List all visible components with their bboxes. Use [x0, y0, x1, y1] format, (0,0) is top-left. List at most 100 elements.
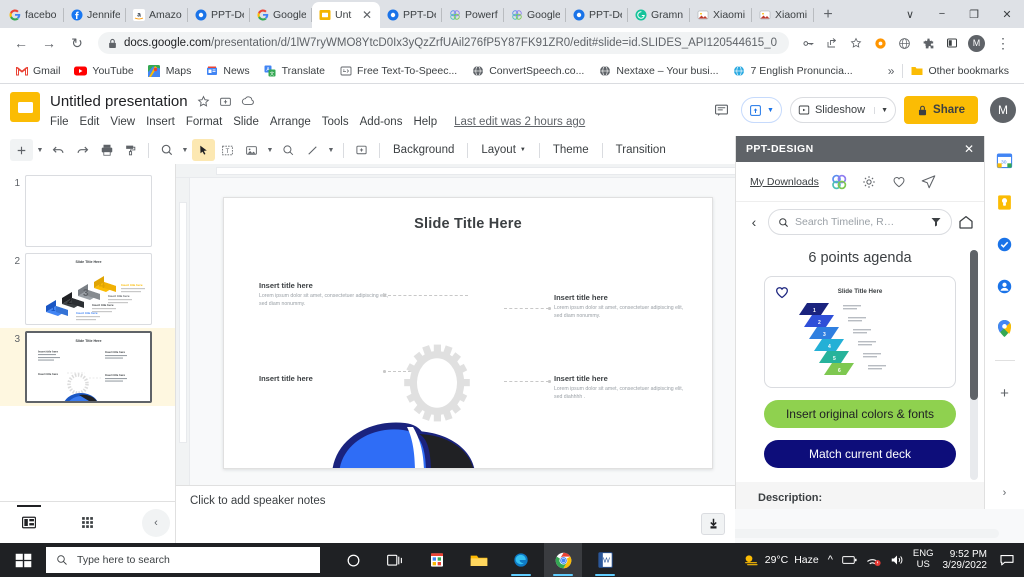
slide-text-block[interactable]: Insert title here Lorem ipsum dolor sit … [554, 374, 686, 401]
browser-tab[interactable]: PPT-De [188, 2, 250, 28]
expand-notes-button[interactable] [701, 513, 725, 535]
puzzle-icon[interactable] [917, 32, 939, 54]
slide-text-block[interactable]: Insert title here Lorem ipsum dolor sit … [259, 281, 391, 308]
cortana-icon[interactable] [334, 543, 372, 577]
select-tool-button[interactable] [192, 139, 215, 161]
insert-original-colors-button[interactable]: Insert original colors & fonts [764, 400, 956, 428]
reload-icon[interactable]: ↻ [64, 30, 90, 56]
bookmark-star-icon[interactable] [845, 32, 867, 54]
bookmark-item[interactable]: 7 English Pronuncia... [726, 60, 860, 82]
extension-orange-icon[interactable] [869, 32, 891, 54]
key-icon[interactable] [797, 32, 819, 54]
image-tool-button[interactable] [240, 139, 263, 161]
browser-tab[interactable]: Xiaomi [752, 2, 814, 28]
home-icon[interactable] [958, 214, 974, 230]
paint-format-button[interactable] [119, 139, 142, 161]
menu-format[interactable]: Format [186, 116, 222, 128]
match-current-deck-button[interactable]: Match current deck [764, 440, 956, 468]
slideshow-button[interactable]: Slideshow ▼ [789, 97, 897, 123]
layout-button[interactable]: Layout ▼ [474, 139, 532, 161]
close-window-button[interactable]: ✕ [990, 0, 1024, 28]
line-tool-button[interactable] [301, 139, 324, 161]
slide-thumbnail[interactable]: Slide Title Here Insert title here Inser… [25, 331, 152, 403]
menu-help[interactable]: Help [413, 116, 437, 128]
browser-tab[interactable]: Xiaomi [690, 2, 752, 28]
store-icon[interactable] [418, 543, 456, 577]
search-input[interactable]: Search Timeline, R… [768, 209, 952, 235]
shape-tool-button[interactable] [277, 139, 300, 161]
google-tasks-icon[interactable] [995, 234, 1015, 254]
bookmark-item[interactable]: Free Text-To-Speec... [332, 60, 464, 82]
my-downloads-link[interactable]: My Downloads [750, 176, 819, 188]
filmstrip-slide[interactable]: 1 [0, 172, 175, 250]
zoom-button[interactable] [155, 139, 178, 161]
background-button[interactable]: Background [386, 139, 461, 161]
heart-icon[interactable] [889, 172, 909, 192]
share-button[interactable]: Share [904, 96, 978, 124]
battery-icon[interactable] [842, 555, 857, 565]
browser-tab[interactable]: facebo [2, 2, 64, 28]
grid-view-button[interactable] [58, 502, 116, 544]
gear-icon[interactable] [859, 172, 879, 192]
profile-avatar[interactable]: M [968, 34, 985, 52]
slide-title-text[interactable]: Slide Title Here [224, 216, 712, 232]
slide-filmstrip[interactable]: 1 2 Slide Title Here 1 2 3 4 Insert titl… [0, 164, 176, 543]
language-indicator[interactable]: ENG US [913, 548, 934, 571]
task-view-icon[interactable] [376, 543, 414, 577]
window-icon[interactable] [941, 32, 963, 54]
bookmark-item[interactable]: News [198, 60, 256, 82]
notification-icon[interactable] [996, 554, 1014, 566]
menu-arrange[interactable]: Arrange [270, 116, 311, 128]
textbox-tool-button[interactable]: T [216, 139, 239, 161]
add-addon-button[interactable]: + [995, 383, 1015, 403]
browser-tab[interactable]: Jennife [64, 2, 126, 28]
account-avatar[interactable]: M [990, 97, 1016, 123]
address-bar[interactable]: docs.google.com/presentation/d/1lW7ryWMO… [98, 32, 789, 54]
panel-results[interactable]: 6 points agenda Slide Title Here 1 2 3 4… [736, 242, 984, 509]
menu-view[interactable]: View [110, 116, 135, 128]
word-icon[interactable]: W [586, 543, 624, 577]
theme-button[interactable]: Theme [546, 139, 596, 161]
browser-menu-icon[interactable]: ⋮ [990, 30, 1016, 56]
minimize-button[interactable]: − [926, 0, 958, 28]
browser-tab[interactable]: Google [504, 2, 566, 28]
volume-icon[interactable] [890, 554, 904, 566]
cloud-status-icon[interactable] [241, 95, 256, 107]
close-icon[interactable]: ✕ [362, 9, 374, 21]
filmstrip-slide-selected[interactable]: 3 Slide Title Here Insert title here Ins… [0, 328, 175, 406]
bookmark-item[interactable]: A文 Translate [257, 60, 332, 82]
maximize-button[interactable]: ❐ [958, 0, 990, 28]
forward-icon[interactable]: → [36, 30, 62, 56]
weather-widget[interactable]: 29°C Haze [743, 553, 819, 567]
close-panel-icon[interactable]: ✕ [964, 142, 974, 156]
print-button[interactable] [95, 139, 118, 161]
menu-insert[interactable]: Insert [146, 116, 175, 128]
back-icon[interactable]: ‹ [746, 214, 762, 230]
menu-edit[interactable]: Edit [80, 116, 100, 128]
filter-icon[interactable] [930, 216, 942, 228]
menu-file[interactable]: File [50, 116, 69, 128]
expand-rail-button[interactable]: › [1003, 487, 1007, 499]
edge-icon[interactable] [502, 543, 540, 577]
comment-history-icon[interactable] [709, 98, 733, 122]
menu-slide[interactable]: Slide [233, 116, 259, 128]
new-slide-button[interactable] [10, 139, 33, 161]
undo-button[interactable] [47, 139, 70, 161]
speaker-notes-area[interactable]: Click to add speaker notes [176, 485, 735, 543]
google-calendar-icon[interactable]: 30 [995, 150, 1015, 170]
network-alert-icon[interactable] [866, 554, 881, 566]
bookmark-item[interactable]: Nextaxe – Your busi... [591, 60, 725, 82]
google-contacts-icon[interactable] [995, 276, 1015, 296]
bookmarks-overflow-button[interactable]: » [880, 64, 903, 78]
line-dropdown-icon[interactable]: ▼ [325, 139, 337, 161]
new-slide-dropdown-icon[interactable]: ▼ [34, 139, 46, 161]
back-icon[interactable]: ← [8, 30, 34, 56]
send-icon[interactable] [919, 172, 939, 192]
slide-text-block[interactable]: Insert title here [259, 374, 391, 385]
last-edit-label[interactable]: Last edit was 2 hours ago [454, 116, 585, 128]
collapse-filmstrip-button[interactable]: ‹ [142, 508, 170, 537]
browser-tab[interactable]: PPT-De [380, 2, 442, 28]
zoom-dropdown-icon[interactable]: ▼ [179, 139, 191, 161]
filmstrip-view-button[interactable] [0, 502, 58, 544]
filmstrip-slide[interactable]: 2 Slide Title Here 1 2 3 4 Insert title … [0, 250, 175, 328]
